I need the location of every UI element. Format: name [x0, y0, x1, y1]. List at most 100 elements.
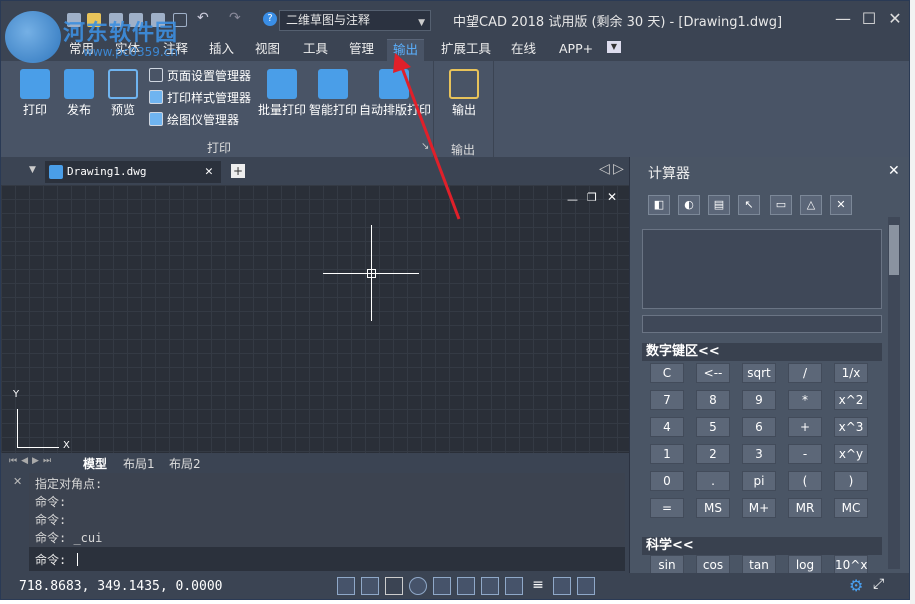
calc-key[interactable]: 9 — [742, 390, 776, 410]
calc-key[interactable]: 7 — [650, 390, 684, 410]
calc-key[interactable]: M+ — [742, 498, 776, 518]
calc-science-key[interactable]: log — [788, 555, 822, 575]
calculator-scroll-thumb[interactable] — [889, 225, 899, 275]
layout-tab-strip: ⏮◀▶⏭ 模型 布局1 布局2 — [1, 453, 629, 473]
selection-cycling-icon[interactable] — [553, 577, 571, 595]
calc-key[interactable]: . — [696, 471, 730, 491]
ribbon-toggle-icon[interactable]: ▼ — [607, 41, 621, 53]
intersection-icon[interactable]: ✕ — [830, 195, 852, 215]
numpad-section-header[interactable]: 数字键区<< — [642, 343, 882, 361]
calc-key[interactable]: 0 — [650, 471, 684, 491]
calc-key[interactable]: 2 — [696, 444, 730, 464]
distance-icon[interactable]: ▭ — [770, 195, 792, 215]
plot-style-manager-button[interactable]: 打印样式管理器 — [149, 88, 251, 108]
help-icon[interactable]: ? — [263, 12, 277, 26]
batch-plot-button[interactable]: 批量打印 — [255, 65, 309, 135]
preview-button[interactable]: 预览 — [97, 65, 149, 135]
calc-science-key[interactable]: tan — [742, 555, 776, 575]
lineweight-icon[interactable]: ≡ — [529, 577, 547, 595]
calc-key[interactable]: 3 — [742, 444, 776, 464]
eraser-icon[interactable]: ◧ — [648, 195, 670, 215]
command-input[interactable]: 命令: — [29, 547, 625, 571]
calc-key[interactable]: MR — [788, 498, 822, 518]
calc-science-key[interactable]: sin — [650, 555, 684, 575]
layout-tab-model[interactable]: 模型 — [83, 455, 107, 472]
calc-science-key[interactable]: 10^x — [834, 555, 868, 575]
angle-icon[interactable]: △ — [800, 195, 822, 215]
calc-key[interactable]: sqrt — [742, 363, 776, 383]
grid-toggle-icon[interactable] — [337, 577, 355, 595]
tab-insert[interactable]: 插入 — [203, 39, 240, 61]
layout-nav-icons[interactable]: ⏮◀▶⏭ — [9, 456, 55, 466]
calc-key[interactable]: pi — [742, 471, 776, 491]
fullscreen-icon[interactable]: ⤢ — [873, 576, 884, 592]
calc-key[interactable]: C — [650, 363, 684, 383]
scroll-tabs-right-icon[interactable]: ▷ — [613, 161, 624, 177]
plotter-manager-button[interactable]: 绘图仪管理器 — [149, 110, 239, 130]
calc-key[interactable]: - — [788, 444, 822, 464]
scroll-tabs-left-icon[interactable]: ◁ — [599, 161, 610, 177]
pick-point-icon[interactable]: ↖ — [738, 195, 760, 215]
new-tab-button[interactable]: + — [231, 164, 245, 178]
close-tab-icon[interactable]: ✕ — [205, 161, 213, 183]
calc-key[interactable]: 5 — [696, 417, 730, 437]
dynamic-ucs-icon[interactable] — [481, 577, 499, 595]
calc-key[interactable]: + — [788, 417, 822, 437]
ortho-toggle-icon[interactable] — [385, 577, 403, 595]
calc-key[interactable]: / — [788, 363, 822, 383]
calc-science-key[interactable]: cos — [696, 555, 730, 575]
snap-toggle-icon[interactable] — [361, 577, 379, 595]
dynamic-input-icon[interactable] — [505, 577, 523, 595]
calc-key[interactable]: 1 — [650, 444, 684, 464]
calc-key[interactable]: ) — [834, 471, 868, 491]
calculator-panel: 计算器 ✕ ◧ ◐ ▤ ↖ ▭ △ ✕ 数字键区<< 科学<< C <-- sqrt… — [629, 157, 909, 575]
tab-tools[interactable]: 工具 — [297, 39, 334, 61]
tab-manage[interactable]: 管理 — [343, 39, 380, 61]
calc-key[interactable]: x^3 — [834, 417, 868, 437]
page-setup-manager-button[interactable]: 页面设置管理器 — [149, 66, 251, 86]
calc-key[interactable]: x^2 — [834, 390, 868, 410]
minimize-button[interactable]: — — [831, 7, 855, 31]
workspace-select[interactable]: 二维草图与注释 ▼ — [279, 10, 431, 31]
calculator-title: 计算器 — [648, 166, 690, 182]
calc-key[interactable]: * — [788, 390, 822, 410]
layout-tab-2[interactable]: 布局2 — [169, 455, 201, 472]
layout-tab-1[interactable]: 布局1 — [123, 455, 155, 472]
tab-menu-icon[interactable]: ▼ — [29, 165, 36, 175]
calc-key[interactable]: x^y — [834, 444, 868, 464]
calc-key[interactable]: <-- — [696, 363, 730, 383]
calc-key[interactable]: MC — [834, 498, 868, 518]
tab-view[interactable]: 视图 — [249, 39, 286, 61]
viewport-close-icon[interactable]: ✕ — [607, 190, 617, 204]
text-cursor — [77, 553, 79, 566]
calc-key[interactable]: MS — [696, 498, 730, 518]
science-section-header[interactable]: 科学<< — [642, 537, 882, 555]
polar-toggle-icon[interactable] — [409, 577, 427, 595]
tab-app-plus[interactable]: APP+ — [553, 39, 599, 61]
clear-history-icon[interactable]: ◐ — [678, 195, 700, 215]
otrack-toggle-icon[interactable] — [457, 577, 475, 595]
gear-icon[interactable]: ⚙ — [849, 576, 863, 595]
drawing-canvas[interactable]: — ❐ ✕ Y X — [1, 185, 629, 453]
calc-key[interactable]: ( — [788, 471, 822, 491]
calculator-input[interactable] — [642, 315, 882, 333]
calc-key[interactable]: 8 — [696, 390, 730, 410]
calc-key[interactable]: = — [650, 498, 684, 518]
close-calculator-icon[interactable]: ✕ — [888, 163, 900, 179]
osnap-toggle-icon[interactable] — [433, 577, 451, 595]
document-tab[interactable]: Drawing1.dwg ✕ — [45, 161, 221, 183]
smart-plot-button[interactable]: 智能打印 — [307, 65, 359, 135]
undo-icon[interactable]: ↶ — [197, 10, 209, 26]
annotation-scale-icon[interactable] — [577, 577, 595, 595]
viewport-minimize-icon[interactable]: — — [567, 193, 578, 206]
calc-key[interactable]: 4 — [650, 417, 684, 437]
maximize-button[interactable]: ☐ — [857, 7, 881, 31]
close-command-icon[interactable]: ✕ — [13, 475, 22, 488]
close-button[interactable]: ✕ — [883, 7, 907, 31]
redo-icon[interactable]: ↷ — [229, 10, 241, 26]
paste-icon[interactable]: ▤ — [708, 195, 730, 215]
viewport-restore-icon[interactable]: ❐ — [587, 191, 597, 204]
calc-key[interactable]: 6 — [742, 417, 776, 437]
calc-key[interactable]: 1/x — [834, 363, 868, 383]
tab-online[interactable]: 在线 — [505, 39, 542, 61]
